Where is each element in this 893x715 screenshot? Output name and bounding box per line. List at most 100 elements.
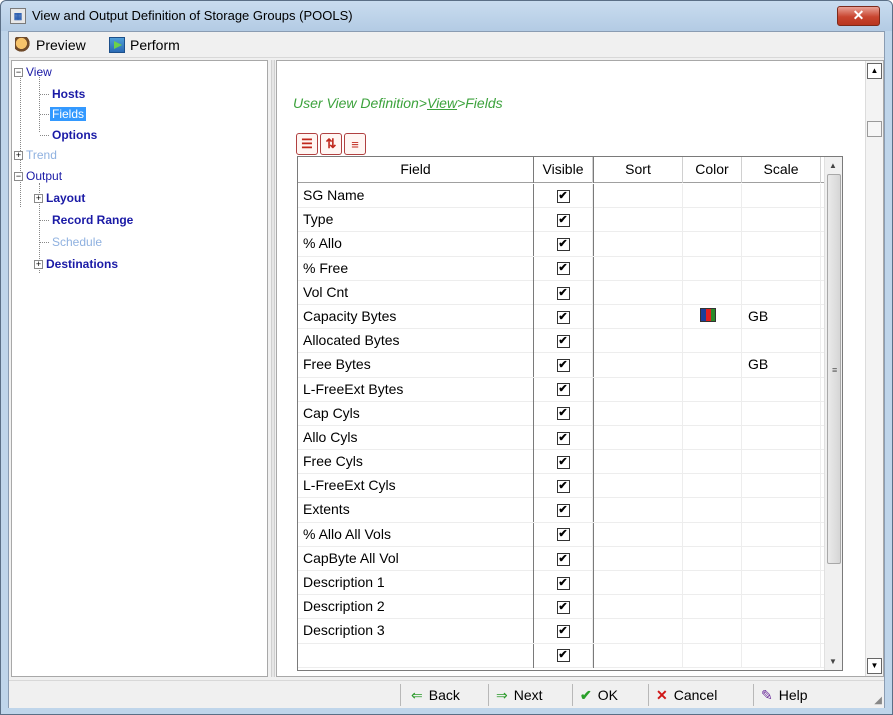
visible-checkbox[interactable]: ✔ [556, 286, 570, 300]
next-button[interactable]: ⇒ Next [496, 684, 543, 706]
scale-cell[interactable] [742, 232, 821, 257]
sort-cell[interactable] [593, 304, 683, 329]
color-cell[interactable] [683, 353, 742, 378]
table-row[interactable]: Allocated Bytes ✔ [298, 329, 826, 354]
resize-grip-icon[interactable]: ◢ [874, 695, 882, 706]
field-cell[interactable]: % Free [298, 256, 534, 281]
field-cell[interactable]: Description 1 [298, 571, 534, 595]
table-row[interactable]: Description 1 ✔ [298, 571, 826, 596]
title-bar[interactable]: ▦ View and Output Definition of Storage … [1, 1, 892, 31]
sort-cell[interactable] [593, 329, 683, 354]
color-cell[interactable] [683, 595, 742, 620]
visible-checkbox[interactable]: ✔ [556, 552, 570, 566]
tree-item-destinations[interactable]: + Destinations [34, 256, 120, 272]
breadcrumb-link-view[interactable]: View [427, 95, 457, 111]
table-row[interactable]: Capacity Bytes ✔ GB [298, 304, 826, 330]
sort-cell[interactable] [593, 208, 683, 233]
scale-cell[interactable] [742, 256, 821, 281]
table-row[interactable]: Description 2 ✔ [298, 595, 826, 620]
visible-cell[interactable]: ✔ [534, 571, 593, 595]
visible-checkbox[interactable]: ✔ [556, 528, 570, 542]
checklist-icon[interactable]: ☰ [296, 133, 318, 155]
color-cell[interactable] [683, 643, 742, 668]
column-header-field[interactable]: Field [298, 157, 534, 183]
visible-checkbox[interactable]: ✔ [556, 334, 570, 348]
field-cell[interactable]: Type [298, 208, 534, 233]
table-row[interactable]: L-FreeExt Cyls ✔ [298, 474, 826, 499]
table-row[interactable]: Cap Cyls ✔ [298, 401, 826, 426]
sort-cell[interactable] [593, 595, 683, 620]
visible-cell[interactable]: ✔ [534, 280, 593, 305]
ok-button[interactable]: ✔ OK [580, 684, 618, 706]
expand-icon[interactable]: + [14, 151, 23, 161]
collapse-icon[interactable]: − [14, 68, 23, 78]
table-row[interactable]: L-FreeExt Bytes ✔ [298, 377, 826, 402]
table-row[interactable]: Type ✔ [298, 208, 826, 233]
field-cell[interactable] [298, 643, 534, 668]
visible-cell[interactable]: ✔ [534, 304, 593, 329]
uncheck-list-icon[interactable]: ≡ [344, 133, 366, 155]
color-cell[interactable] [683, 377, 742, 402]
visible-cell[interactable]: ✔ [534, 353, 593, 378]
visible-cell[interactable]: ✔ [534, 546, 593, 571]
pane-splitter[interactable] [271, 60, 275, 677]
field-cell[interactable]: Free Cyls [298, 450, 534, 475]
sort-cell[interactable] [593, 425, 683, 450]
tree-item-options[interactable]: Options [40, 127, 99, 143]
color-cell[interactable] [683, 280, 742, 305]
sort-cell[interactable] [593, 401, 683, 426]
visible-checkbox[interactable]: ✔ [556, 431, 570, 445]
scale-cell[interactable] [742, 619, 821, 644]
scroll-thumb[interactable] [867, 121, 882, 137]
scale-cell[interactable] [742, 498, 821, 523]
table-row[interactable]: % Allo All Vols ✔ [298, 522, 826, 547]
scale-cell[interactable] [742, 522, 821, 547]
table-row[interactable]: Allo Cyls ✔ [298, 425, 826, 451]
color-cell[interactable] [683, 474, 742, 499]
visible-cell[interactable]: ✔ [534, 498, 593, 523]
table-row[interactable]: SG Name ✔ [298, 184, 826, 209]
scroll-down-icon[interactable]: ▼ [829, 657, 837, 666]
visible-checkbox[interactable]: ✔ [556, 407, 570, 421]
scroll-up-icon[interactable]: ▲ [867, 63, 882, 79]
grid-scrollbar[interactable]: ▲ ≡ ▼ [824, 157, 842, 670]
visible-checkbox[interactable]: ✔ [556, 576, 570, 590]
sort-cell[interactable] [593, 498, 683, 523]
table-row[interactable]: % Free ✔ [298, 256, 826, 281]
table-row[interactable]: ✔ [298, 643, 826, 668]
field-cell[interactable]: CapByte All Vol [298, 546, 534, 571]
sort-cell[interactable] [593, 619, 683, 644]
visible-checkbox[interactable]: ✔ [556, 504, 570, 518]
visible-cell[interactable]: ✔ [534, 522, 593, 547]
visible-cell[interactable]: ✔ [534, 401, 593, 426]
preview-button[interactable]: Preview [15, 36, 86, 54]
scale-cell[interactable] [742, 643, 821, 668]
table-row[interactable]: Vol Cnt ✔ [298, 280, 826, 305]
sort-cell[interactable] [593, 184, 683, 208]
content-scrollbar[interactable]: ▲ ▼ [865, 61, 883, 676]
visible-checkbox[interactable]: ✔ [556, 625, 570, 639]
expand-icon[interactable]: + [34, 194, 43, 204]
color-cell[interactable] [683, 184, 742, 208]
field-cell[interactable]: Vol Cnt [298, 280, 534, 305]
table-row[interactable]: Extents ✔ [298, 498, 826, 523]
field-cell[interactable]: L-FreeExt Cyls [298, 474, 534, 499]
visible-checkbox[interactable]: ✔ [556, 383, 570, 397]
color-cell[interactable] [683, 425, 742, 450]
field-cell[interactable]: Description 2 [298, 595, 534, 620]
column-header-sort[interactable]: Sort [593, 157, 683, 183]
sort-cell[interactable] [593, 522, 683, 547]
table-row[interactable]: Description 3 ✔ [298, 619, 826, 644]
tree-item-output[interactable]: − Output [14, 168, 64, 184]
table-row[interactable]: Free Bytes ✔ GB [298, 353, 826, 378]
sort-cell[interactable] [593, 450, 683, 475]
column-header-scale[interactable]: Scale [742, 157, 821, 183]
visible-checkbox[interactable]: ✔ [556, 600, 570, 614]
sort-cell[interactable] [593, 377, 683, 402]
field-cell[interactable]: Allocated Bytes [298, 329, 534, 354]
visible-checkbox[interactable]: ✔ [556, 480, 570, 494]
scroll-down-icon[interactable]: ▼ [867, 658, 882, 674]
scale-cell[interactable] [742, 401, 821, 426]
sort-cell[interactable] [593, 256, 683, 281]
field-cell[interactable]: Extents [298, 498, 534, 523]
